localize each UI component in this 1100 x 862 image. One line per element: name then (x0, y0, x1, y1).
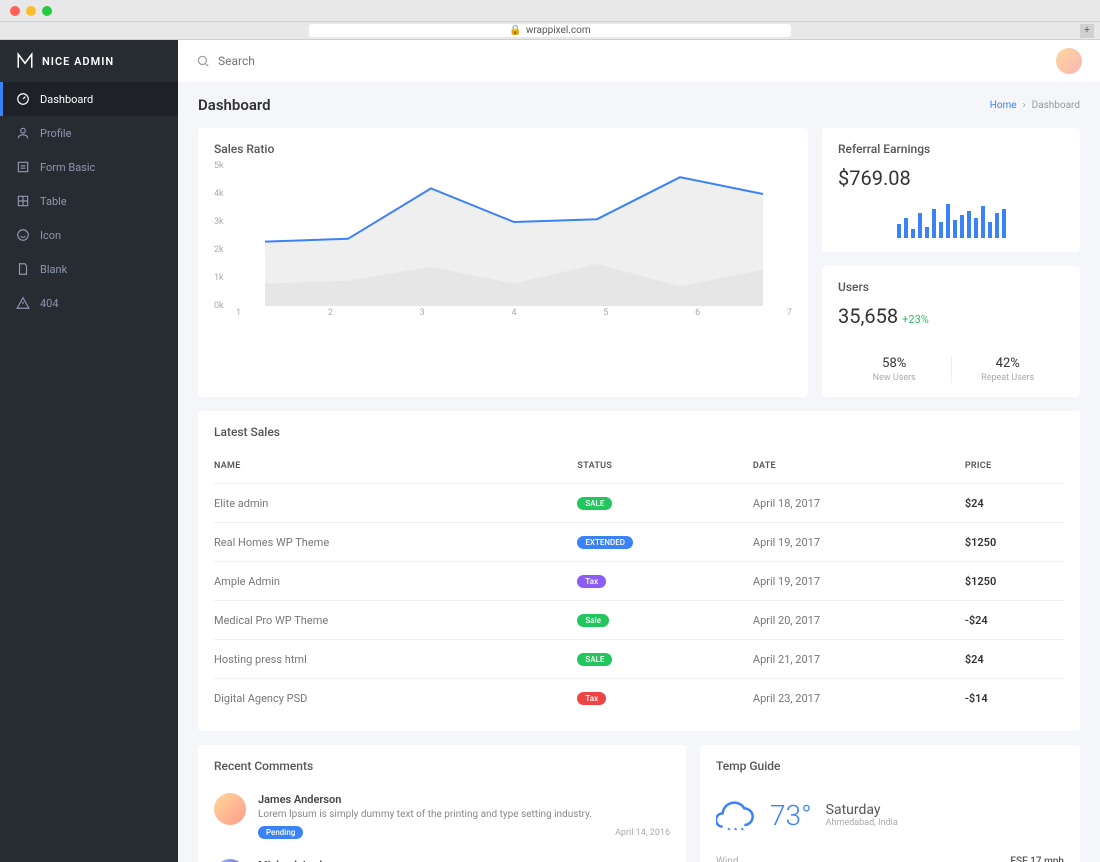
table-header: STATUS (577, 449, 752, 484)
table-row[interactable]: Digital Agency PSDTaxApril 23, 2017-$14 (214, 679, 1064, 718)
weather-rain-icon (716, 795, 756, 835)
sidebar-item-form[interactable]: Form Basic (0, 150, 178, 184)
repeat-users-label: Repeat Users (952, 373, 1065, 383)
earnings-sparkline (838, 204, 1064, 238)
table-header: DATE (753, 449, 965, 484)
window-max-icon[interactable] (42, 6, 52, 16)
window-min-icon[interactable] (26, 6, 36, 16)
comment-text: Lorem Ipsum is simply dummy text of the … (258, 809, 670, 820)
recent-comments-card: Recent Comments James Anderson Lorem Ipsu… (198, 745, 686, 862)
table-header: PRICE (965, 449, 1064, 484)
browser-address-bar: 🔒wrappixel.com + (0, 22, 1100, 40)
earnings-value: $769.08 (838, 166, 1064, 190)
temp-guide-card: Temp Guide 73° Saturday Ahmedabad, India… (700, 745, 1080, 862)
temp-value: 73° (770, 799, 812, 832)
status-badge: Tax (577, 575, 606, 588)
sidebar-item-label: Blank (40, 263, 67, 276)
status-badge: SALE (577, 653, 612, 666)
users-card: Users 35,658 +23% 58% New Users 42% Repeat … (822, 266, 1080, 397)
sales-ratio-card: Sales Ratio 0k1k2k3k4k5k 1234567 (198, 128, 808, 397)
card-title: Referral Earnings (838, 142, 1064, 156)
sidebar-item-profile[interactable]: Profile (0, 116, 178, 150)
weather-stat-row: WindESE 17 mph (716, 847, 1064, 862)
sidebar-item-label: Icon (40, 229, 61, 242)
card-title: Latest Sales (214, 425, 1064, 439)
sidebar-item-label: Form Basic (40, 161, 95, 174)
temp-day: Saturday (826, 802, 898, 818)
card-title: Temp Guide (716, 759, 1064, 773)
sidebar-item-label: Dashboard (40, 93, 93, 106)
sales-ratio-chart: 0k1k2k3k4k5k (214, 166, 792, 306)
sidebar-item-blank[interactable]: Blank (0, 252, 178, 286)
table-icon (16, 194, 30, 208)
user-avatar[interactable] (1056, 48, 1082, 74)
comment-item: James Anderson Lorem Ipsum is simply dumm… (214, 783, 670, 849)
status-badge: EXTENDED (577, 536, 633, 549)
browser-titlebar (0, 0, 1100, 22)
new-users-label: New Users (838, 373, 951, 383)
gauge-icon (16, 92, 30, 106)
brand-text: NICE ADMIN (42, 55, 114, 68)
latest-sales-card: Latest Sales NAMESTATUSDATEPRICE Elite a… (198, 411, 1080, 731)
table-header: NAME (214, 449, 577, 484)
table-row[interactable]: Medical Pro WP ThemeSaleApril 20, 2017-$… (214, 601, 1064, 640)
form-icon (16, 160, 30, 174)
topbar (178, 40, 1100, 82)
table-row[interactable]: Hosting press htmlSALEApril 21, 2017$24 (214, 640, 1064, 679)
sidebar-item-label: 404 (40, 297, 59, 310)
status-badge: SALE (577, 497, 612, 510)
table-row[interactable]: Real Homes WP ThemeEXTENDEDApril 19, 201… (214, 523, 1064, 562)
user-icon (16, 126, 30, 140)
sidebar-item-label: Table (40, 195, 67, 208)
users-delta: +23% (902, 313, 929, 326)
status-badge: Tax (577, 692, 606, 705)
brand[interactable]: NICE ADMIN (0, 40, 178, 82)
smile-icon (16, 228, 30, 242)
card-title: Sales Ratio (214, 142, 792, 156)
sidebar: NICE ADMIN Dashboard Profile Form Basic … (0, 40, 178, 862)
comment-avatar[interactable] (214, 793, 246, 825)
search-input[interactable] (218, 54, 418, 68)
new-users-pct: 58% (838, 356, 951, 371)
repeat-users-pct: 42% (952, 356, 1065, 371)
comment-date: April 14, 2016 (615, 828, 670, 838)
comment-status-badge: Pending (258, 826, 303, 839)
card-title: Recent Comments (214, 759, 670, 773)
page-title: Dashboard (198, 96, 271, 114)
breadcrumb-home[interactable]: Home (990, 100, 1017, 111)
window-close-icon[interactable] (10, 6, 20, 16)
new-tab-button[interactable]: + (1080, 24, 1094, 38)
sidebar-item-label: Profile (40, 127, 71, 140)
file-icon (16, 262, 30, 276)
comment-author: James Anderson (258, 793, 670, 806)
search-icon (196, 54, 210, 68)
referral-earnings-card: Referral Earnings $769.08 (822, 128, 1080, 252)
sales-table: NAMESTATUSDATEPRICE Elite adminSALEApril… (214, 449, 1064, 717)
sidebar-item-dashboard[interactable]: Dashboard (0, 82, 178, 116)
table-row[interactable]: Elite adminSALEApril 18, 2017$24 (214, 484, 1064, 523)
breadcrumb-current: Dashboard (1032, 100, 1080, 111)
table-row[interactable]: Ample AdminTaxApril 19, 2017$1250 (214, 562, 1064, 601)
chevron-right-icon: › (1023, 100, 1026, 111)
comment-item: Michael JordenLorem Ipsum is simply dumm… (214, 849, 670, 862)
temp-location: Ahmedabad, India (826, 818, 898, 828)
browser-url[interactable]: 🔒wrappixel.com (309, 24, 790, 37)
status-badge: Sale (577, 614, 608, 627)
card-title: Users (838, 280, 1064, 294)
sidebar-item-icon[interactable]: Icon (0, 218, 178, 252)
sidebar-item-404[interactable]: 404 (0, 286, 178, 320)
logo-icon (16, 52, 34, 70)
breadcrumb: Home › Dashboard (990, 100, 1080, 111)
users-value: 35,658 (838, 304, 898, 328)
alert-icon (16, 296, 30, 310)
sidebar-item-table[interactable]: Table (0, 184, 178, 218)
